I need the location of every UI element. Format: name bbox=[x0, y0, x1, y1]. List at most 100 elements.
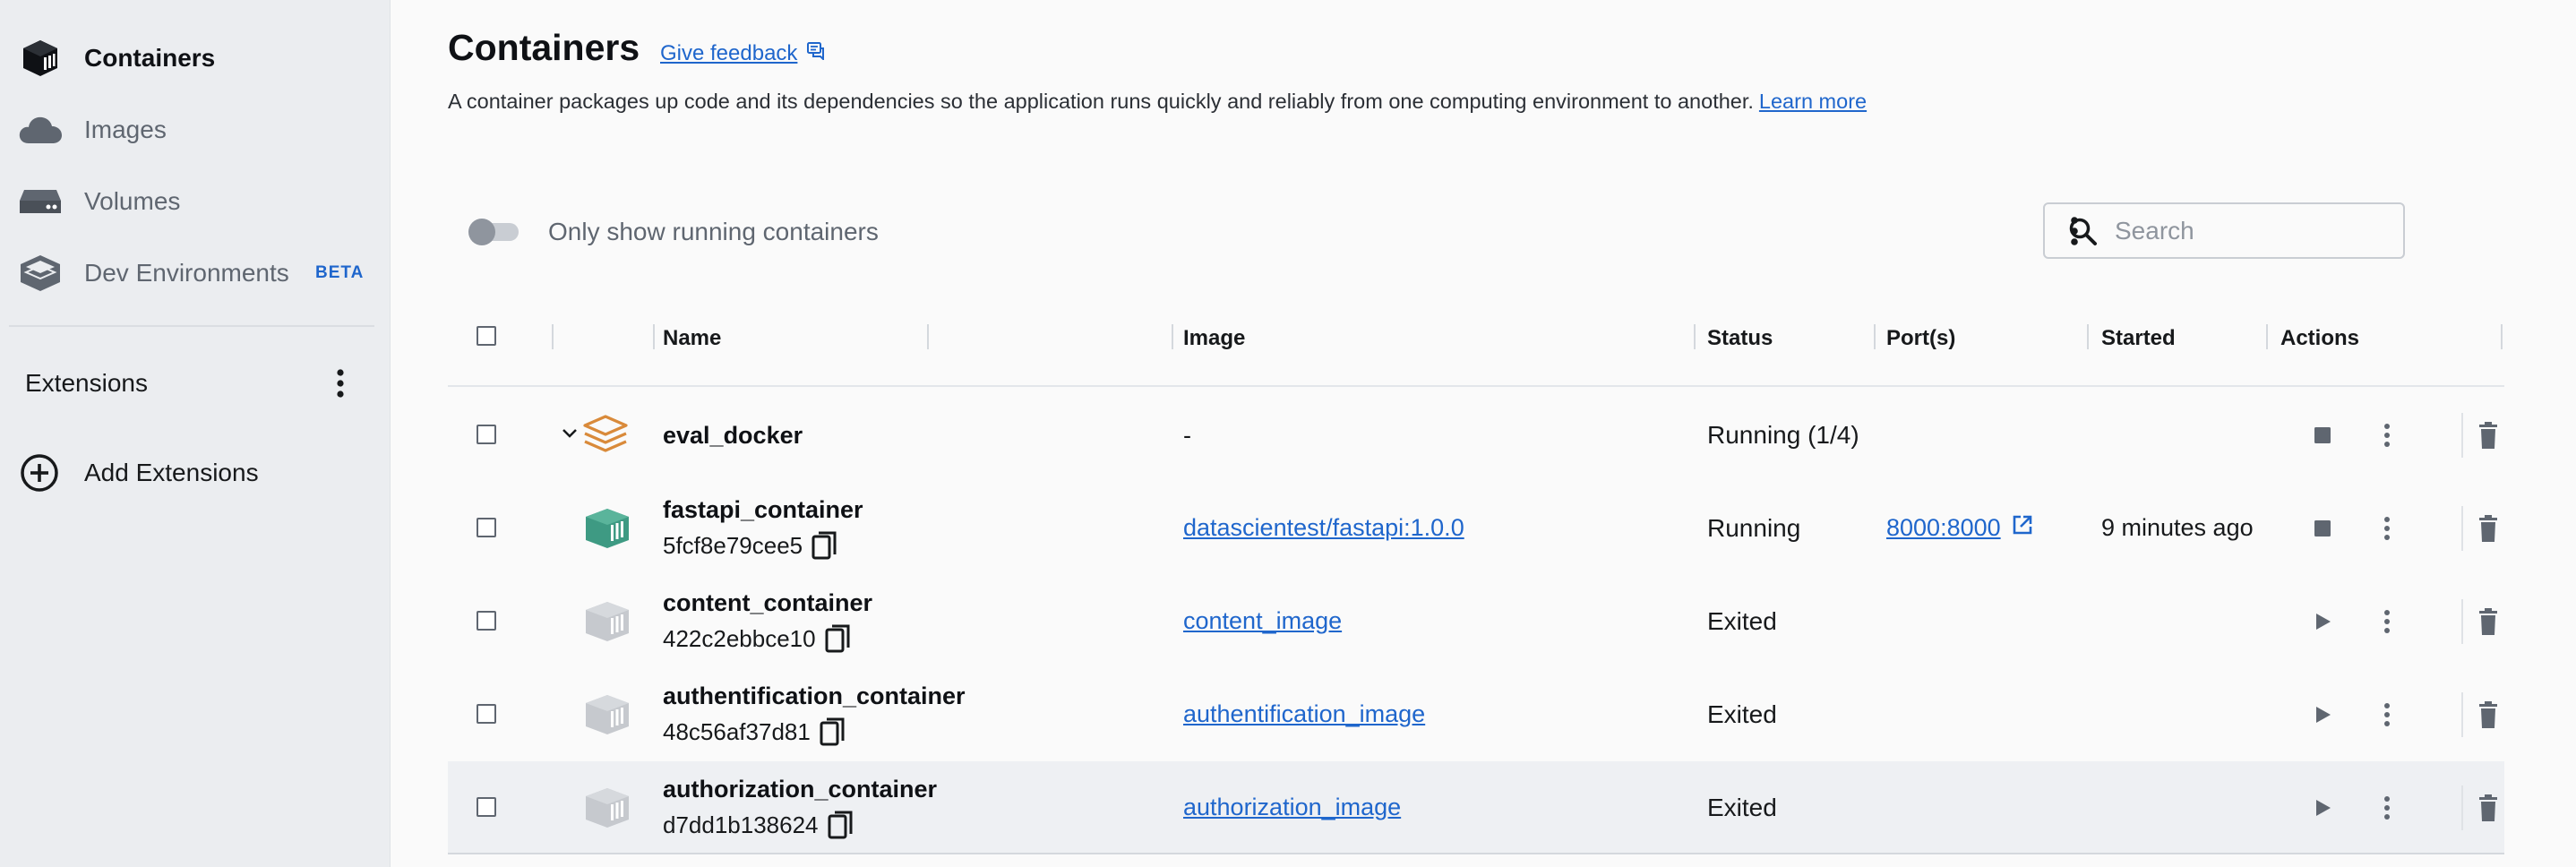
stop-icon[interactable] bbox=[2309, 421, 2336, 450]
column-separator bbox=[2266, 324, 2268, 349]
copy-icon[interactable] bbox=[825, 624, 852, 653]
copy-icon[interactable] bbox=[811, 531, 838, 560]
stop-icon[interactable] bbox=[2309, 514, 2336, 543]
container-status: Exited bbox=[1707, 607, 1777, 635]
container-running-icon bbox=[582, 505, 632, 552]
column-header-started[interactable]: Started bbox=[2101, 326, 2176, 351]
group-image: - bbox=[1183, 422, 1191, 449]
trash-icon[interactable] bbox=[2472, 604, 2504, 640]
row-checkbox[interactable] bbox=[477, 425, 496, 444]
running-only-toggle[interactable] bbox=[468, 219, 520, 245]
actions-separator bbox=[2461, 506, 2463, 551]
column-separator bbox=[2501, 324, 2503, 349]
main-content: Containers Give feedback A container pac… bbox=[391, 0, 2576, 867]
container-name[interactable]: content_container bbox=[663, 589, 872, 617]
more-options-icon[interactable] bbox=[2374, 697, 2400, 733]
image-link[interactable]: authentification_image bbox=[1183, 700, 1425, 728]
group-name[interactable]: eval_docker bbox=[663, 422, 803, 450]
actions-separator bbox=[2461, 599, 2463, 644]
extensions-section: Extensions bbox=[0, 356, 391, 410]
learn-more-link[interactable]: Learn more bbox=[1759, 90, 1867, 113]
container-id: 422c2ebbce10 bbox=[663, 624, 852, 653]
image-link[interactable]: content_image bbox=[1183, 607, 1342, 635]
column-header-name[interactable]: Name bbox=[663, 326, 721, 351]
table-row[interactable]: authentification_container 48c56af37d81 … bbox=[448, 668, 2504, 761]
give-feedback-link[interactable]: Give feedback bbox=[660, 40, 826, 66]
column-separator bbox=[927, 324, 929, 349]
more-options-icon[interactable] bbox=[2374, 417, 2400, 453]
container-name[interactable]: fastapi_container bbox=[663, 496, 863, 524]
add-circle-icon bbox=[20, 453, 59, 497]
container-id-text: 5fcf8e79cee5 bbox=[663, 531, 803, 559]
extensions-label: Extensions bbox=[25, 369, 148, 397]
column-separator bbox=[552, 324, 554, 349]
sidebar-item-containers[interactable]: Containers bbox=[0, 30, 391, 87]
play-icon[interactable] bbox=[2309, 607, 2336, 636]
column-header-ports[interactable]: Port(s) bbox=[1886, 326, 1955, 351]
more-options-icon[interactable] bbox=[2374, 604, 2400, 640]
container-exited-icon bbox=[582, 785, 632, 831]
column-separator bbox=[1172, 324, 1173, 349]
sidebar-item-label: Images bbox=[84, 116, 167, 143]
volume-drive-icon bbox=[18, 179, 63, 224]
container-status: Exited bbox=[1707, 794, 1777, 821]
container-id-text: d7dd1b138624 bbox=[663, 811, 819, 838]
table-row[interactable]: content_container 422c2ebbce10 content_i… bbox=[448, 575, 2504, 668]
container-exited-icon bbox=[582, 691, 632, 738]
container-id: 5fcf8e79cee5 bbox=[663, 531, 838, 560]
search-box[interactable] bbox=[2043, 202, 2405, 259]
dev-environments-icon bbox=[18, 251, 63, 296]
containers-icon bbox=[18, 36, 63, 81]
sidebar-item-dev-environments[interactable]: Dev Environments BETA bbox=[0, 245, 391, 302]
group-status: Running (1/4) bbox=[1707, 421, 1859, 449]
row-checkbox[interactable] bbox=[477, 611, 496, 631]
trash-icon[interactable] bbox=[2472, 790, 2504, 826]
trash-icon[interactable] bbox=[2472, 697, 2504, 733]
sidebar-item-images[interactable]: Images bbox=[0, 101, 391, 159]
cloud-icon bbox=[18, 107, 63, 152]
container-status: Exited bbox=[1707, 700, 1777, 728]
table-row[interactable]: fastapi_container 5fcf8e79cee5 datascien… bbox=[448, 482, 2504, 575]
sidebar: Containers Images Volumes Dev Environmen… bbox=[0, 0, 391, 867]
play-icon[interactable] bbox=[2309, 700, 2336, 729]
image-link[interactable]: authorization_image bbox=[1183, 794, 1401, 821]
sidebar-divider bbox=[9, 325, 374, 327]
column-header-status[interactable]: Status bbox=[1707, 326, 1773, 351]
container-id-text: 422c2ebbce10 bbox=[663, 624, 816, 652]
select-all-checkbox[interactable] bbox=[477, 326, 496, 346]
actions-separator bbox=[2461, 785, 2463, 830]
container-exited-icon bbox=[582, 598, 632, 645]
more-options-icon[interactable] bbox=[2374, 790, 2400, 826]
sidebar-item-label: Dev Environments bbox=[84, 259, 289, 287]
table-row[interactable]: authorization_container d7dd1b138624 aut… bbox=[448, 761, 2504, 854]
chevron-down-icon[interactable] bbox=[561, 425, 579, 447]
copy-icon[interactable] bbox=[828, 811, 854, 839]
actions-separator bbox=[2461, 413, 2463, 458]
feedback-chat-icon bbox=[806, 40, 826, 66]
play-icon[interactable] bbox=[2309, 794, 2336, 822]
copy-icon[interactable] bbox=[820, 717, 846, 746]
page-description: A container packages up code and its dep… bbox=[448, 90, 1867, 114]
column-separator bbox=[1694, 324, 1696, 349]
page-title: Containers bbox=[448, 27, 640, 68]
search-input[interactable] bbox=[2115, 213, 2383, 249]
trash-icon[interactable] bbox=[2472, 511, 2504, 546]
sidebar-item-volumes[interactable]: Volumes bbox=[0, 173, 391, 230]
sidebar-item-label: Volumes bbox=[84, 187, 181, 215]
description-text: A container packages up code and its dep… bbox=[448, 90, 1754, 113]
compose-group-row[interactable]: eval_docker - Running (1/4) bbox=[448, 389, 2504, 482]
row-checkbox[interactable] bbox=[477, 518, 496, 537]
row-checkbox[interactable] bbox=[477, 797, 496, 817]
port-link[interactable]: 8000:8000 bbox=[1886, 514, 2033, 542]
container-name[interactable]: authorization_container bbox=[663, 776, 937, 803]
port-text: 8000:8000 bbox=[1886, 514, 2001, 541]
container-name[interactable]: authentification_container bbox=[663, 682, 966, 710]
table-options-icon[interactable] bbox=[2061, 210, 2088, 253]
column-header-image[interactable]: Image bbox=[1183, 326, 1245, 351]
extensions-more-icon[interactable] bbox=[326, 362, 355, 405]
row-checkbox[interactable] bbox=[477, 704, 496, 724]
trash-icon[interactable] bbox=[2472, 417, 2504, 453]
image-link[interactable]: datascientest/fastapi:1.0.0 bbox=[1183, 514, 1464, 542]
more-options-icon[interactable] bbox=[2374, 511, 2400, 546]
add-extensions-button[interactable]: Add Extensions bbox=[0, 446, 391, 500]
